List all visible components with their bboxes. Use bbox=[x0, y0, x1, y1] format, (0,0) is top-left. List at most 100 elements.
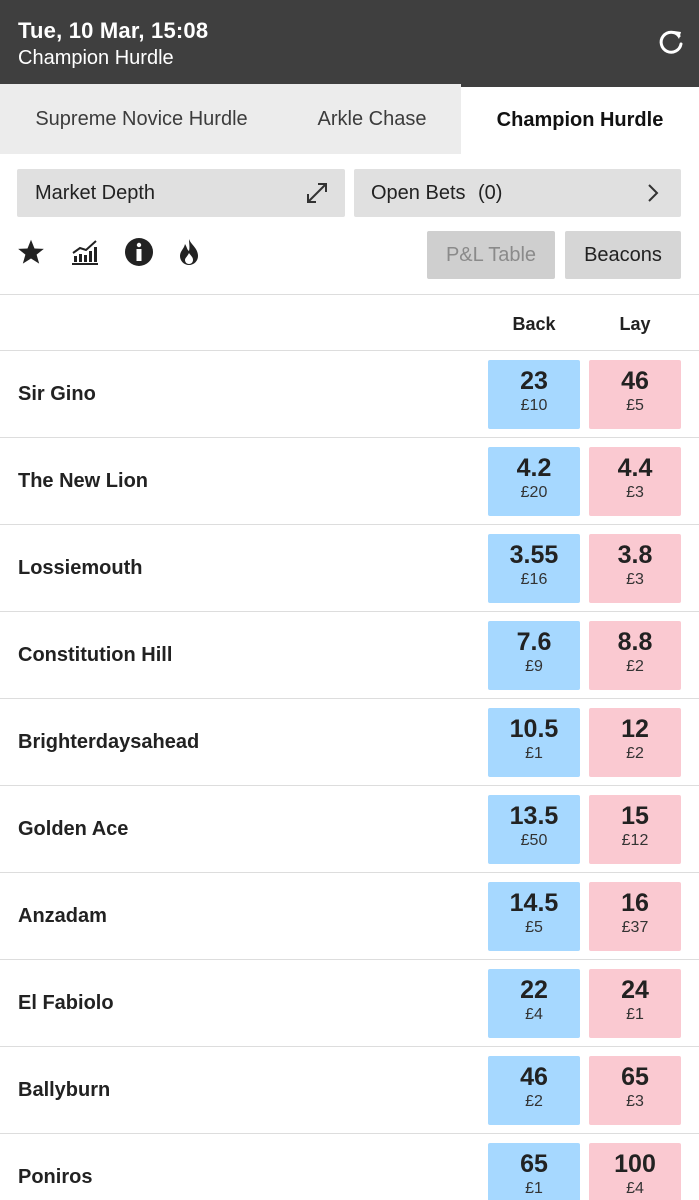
open-bets-count: (0) bbox=[478, 181, 503, 204]
back-stake: £9 bbox=[525, 658, 543, 675]
runner-row: Constitution Hill 7.6 £9 8.8 £2 bbox=[0, 611, 699, 698]
lay-stake: £5 bbox=[626, 397, 644, 414]
runner-row: Brighterdaysahead 10.5 £1 12 £2 bbox=[0, 698, 699, 785]
refresh-icon[interactable] bbox=[657, 28, 685, 56]
info-icon[interactable] bbox=[124, 237, 154, 267]
lay-price-button[interactable]: 15 £12 bbox=[589, 795, 681, 864]
expand-icon bbox=[307, 183, 327, 203]
lay-price-button[interactable]: 3.8 £3 bbox=[589, 534, 681, 603]
runner-row: El Fabiolo 22 £4 24 £1 bbox=[0, 959, 699, 1046]
runner-row: Anzadam 14.5 £5 16 £37 bbox=[0, 872, 699, 959]
runner-row: Sir Gino 23 £10 46 £5 bbox=[0, 350, 699, 437]
runner-row: Lossiemouth 3.55 £16 3.8 £3 bbox=[0, 524, 699, 611]
lay-odds: 24 bbox=[621, 976, 649, 1004]
tab-arkle-chase[interactable]: Arkle Chase bbox=[283, 84, 461, 154]
runner-list: Sir Gino 23 £10 46 £5 The New Lion 4.2 £20 4.4 £3… bbox=[0, 350, 699, 1200]
runner-name[interactable]: Golden Ace bbox=[18, 786, 128, 873]
lay-odds: 4.4 bbox=[617, 454, 653, 482]
lay-price-button[interactable]: 4.4 £3 bbox=[589, 447, 681, 516]
lay-price-button[interactable]: 24 £1 bbox=[589, 969, 681, 1038]
market-depth-button[interactable]: Market Depth bbox=[17, 169, 345, 217]
back-odds: 3.55 bbox=[509, 541, 559, 569]
runner-name[interactable]: El Fabiolo bbox=[18, 960, 114, 1047]
back-price-button[interactable]: 7.6 £9 bbox=[488, 621, 580, 690]
lay-stake: £3 bbox=[626, 1093, 644, 1110]
back-stake: £4 bbox=[525, 1006, 543, 1023]
back-odds: 4.2 bbox=[516, 454, 552, 482]
lay-stake: £12 bbox=[621, 832, 649, 849]
runner-row: Golden Ace 13.5 £50 15 £12 bbox=[0, 785, 699, 872]
market-depth-label: Market Depth bbox=[35, 181, 156, 204]
runner-name[interactable]: Poniros bbox=[18, 1134, 92, 1200]
back-odds: 22 bbox=[520, 976, 548, 1004]
back-stake: £20 bbox=[520, 484, 548, 501]
lay-stake: £37 bbox=[621, 919, 649, 936]
back-stake: £50 bbox=[520, 832, 548, 849]
pl-table-button[interactable]: P&L Table bbox=[427, 231, 555, 279]
back-stake: £2 bbox=[525, 1093, 543, 1110]
runner-name[interactable]: Sir Gino bbox=[18, 351, 96, 438]
runner-name[interactable]: Brighterdaysahead bbox=[18, 699, 199, 786]
star-icon[interactable] bbox=[17, 238, 45, 266]
race-tabs: Supreme Novice Hurdle Arkle Chase Champi… bbox=[0, 84, 699, 154]
beacons-button[interactable]: Beacons bbox=[565, 231, 681, 279]
lay-price-button[interactable]: 8.8 £2 bbox=[589, 621, 681, 690]
runner-name[interactable]: Ballyburn bbox=[18, 1047, 110, 1134]
back-price-button[interactable]: 13.5 £50 bbox=[488, 795, 580, 864]
lay-price-button[interactable]: 16 £37 bbox=[589, 882, 681, 951]
back-stake: £5 bbox=[525, 919, 543, 936]
lay-odds: 15 bbox=[621, 802, 649, 830]
lay-column-header: Lay bbox=[619, 314, 651, 334]
divider bbox=[0, 294, 699, 295]
chevron-right-icon bbox=[648, 184, 659, 202]
runner-name[interactable]: Lossiemouth bbox=[18, 525, 142, 612]
tab-label: Supreme Novice Hurdle bbox=[35, 107, 248, 130]
app-header: Tue, 10 Mar, 15:08 Champion Hurdle bbox=[0, 0, 699, 84]
lay-odds: 100 bbox=[614, 1150, 656, 1178]
back-stake: £1 bbox=[525, 1180, 543, 1197]
back-price-button[interactable]: 65 £1 bbox=[488, 1143, 580, 1200]
open-bets-button[interactable]: Open Bets (0) bbox=[354, 169, 681, 217]
back-odds: 7.6 bbox=[516, 628, 552, 656]
lay-odds: 3.8 bbox=[617, 541, 653, 569]
tab-champion-hurdle[interactable]: Champion Hurdle bbox=[461, 84, 699, 154]
back-odds: 23 bbox=[520, 367, 548, 395]
tab-label: Champion Hurdle bbox=[496, 109, 664, 131]
lay-price-button[interactable]: 46 £5 bbox=[589, 360, 681, 429]
runner-name[interactable]: The New Lion bbox=[18, 438, 148, 525]
back-stake: £10 bbox=[520, 397, 548, 414]
tab-supreme-novice-hurdle[interactable]: Supreme Novice Hurdle bbox=[0, 84, 283, 154]
back-price-button[interactable]: 46 £2 bbox=[488, 1056, 580, 1125]
runner-name[interactable]: Constitution Hill bbox=[18, 612, 172, 699]
back-column-header: Back bbox=[512, 314, 556, 334]
back-odds: 14.5 bbox=[509, 889, 559, 917]
lay-stake: £2 bbox=[626, 745, 644, 762]
lay-stake: £4 bbox=[626, 1180, 644, 1197]
back-price-button[interactable]: 22 £4 bbox=[488, 969, 580, 1038]
lay-odds: 65 bbox=[621, 1063, 649, 1091]
runner-name[interactable]: Anzadam bbox=[18, 873, 107, 960]
back-price-button[interactable]: 4.2 £20 bbox=[488, 447, 580, 516]
lay-price-button[interactable]: 100 £4 bbox=[589, 1143, 681, 1200]
lay-stake: £1 bbox=[626, 1006, 644, 1023]
back-price-button[interactable]: 23 £10 bbox=[488, 360, 580, 429]
tab-label: Arkle Chase bbox=[317, 107, 427, 130]
back-odds: 13.5 bbox=[509, 802, 559, 830]
back-price-button[interactable]: 3.55 £16 bbox=[488, 534, 580, 603]
back-odds: 46 bbox=[520, 1063, 548, 1091]
lay-price-button[interactable]: 12 £2 bbox=[589, 708, 681, 777]
lay-odds: 8.8 bbox=[617, 628, 653, 656]
lay-price-button[interactable]: 65 £3 bbox=[589, 1056, 681, 1125]
back-price-button[interactable]: 14.5 £5 bbox=[488, 882, 580, 951]
back-stake: £1 bbox=[525, 745, 543, 762]
runner-row: Poniros 65 £1 100 £4 bbox=[0, 1133, 699, 1200]
back-stake: £16 bbox=[520, 571, 548, 588]
lay-stake: £2 bbox=[626, 658, 644, 675]
chart-icon[interactable] bbox=[70, 237, 100, 267]
runner-row: The New Lion 4.2 £20 4.4 £3 bbox=[0, 437, 699, 524]
lay-stake: £3 bbox=[626, 484, 644, 501]
back-price-button[interactable]: 10.5 £1 bbox=[488, 708, 580, 777]
flame-icon[interactable] bbox=[178, 238, 200, 266]
lay-odds: 16 bbox=[621, 889, 649, 917]
lay-stake: £3 bbox=[626, 571, 644, 588]
